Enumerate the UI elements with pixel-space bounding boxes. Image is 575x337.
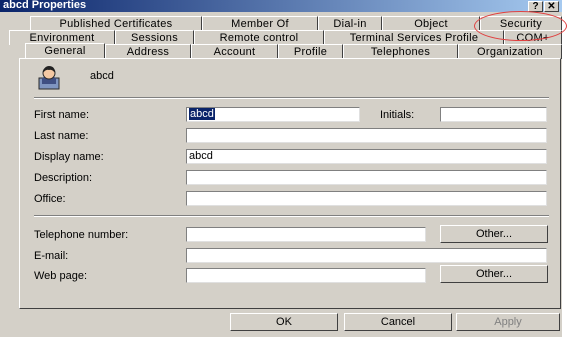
tab-remote-control[interactable]: Remote control [194, 30, 324, 45]
separator [34, 97, 549, 99]
webpage-label: Web page: [34, 270, 88, 282]
user-icon [38, 66, 60, 90]
description-label: Description: [34, 172, 93, 184]
webpage-other-button[interactable]: Other... [440, 265, 548, 283]
tab-object[interactable]: Object [382, 16, 480, 31]
close-button[interactable]: ✕ [544, 1, 559, 12]
webpage-field[interactable] [186, 268, 426, 283]
tab-address[interactable]: Address [105, 44, 191, 59]
tab-account[interactable]: Account [191, 44, 278, 59]
cancel-button[interactable]: Cancel [344, 313, 452, 331]
last-name-label: Last name: [34, 130, 89, 142]
description-field[interactable] [186, 170, 547, 185]
title-bar: abcd Properties ? ✕ [0, 0, 562, 12]
tab-dial-in[interactable]: Dial-in [318, 16, 382, 31]
tab-profile[interactable]: Profile [278, 44, 343, 59]
tab-telephones[interactable]: Telephones [343, 44, 458, 59]
apply-button[interactable]: Apply [456, 313, 560, 331]
office-field[interactable] [186, 191, 547, 206]
tab-com-plus[interactable]: COM+ [504, 30, 562, 45]
tab-sessions[interactable]: Sessions [115, 30, 194, 45]
first-name-field[interactable]: abcd [186, 107, 360, 122]
user-name: abcd [90, 70, 114, 82]
display-name-label: Display name: [34, 151, 104, 163]
telephone-other-button[interactable]: Other... [440, 225, 548, 243]
tab-organization[interactable]: Organization [458, 44, 562, 59]
tab-general[interactable]: General [25, 43, 105, 59]
ok-button[interactable]: OK [230, 313, 338, 331]
separator [34, 215, 549, 217]
help-button[interactable]: ? [528, 1, 543, 12]
tab-security[interactable]: Security [480, 16, 562, 31]
email-label: E-mail: [34, 250, 69, 262]
tab-terminal-services-profile[interactable]: Terminal Services Profile [324, 30, 504, 45]
properties-dialog: abcd Properties ? ✕ Published Certificat… [0, 0, 567, 337]
tab-published-certificates[interactable]: Published Certificates [30, 16, 202, 31]
initials-label: Initials: [380, 109, 415, 121]
display-name-field[interactable]: abcd [186, 149, 547, 164]
tab-member-of[interactable]: Member Of [202, 16, 318, 31]
office-label: Office: [34, 193, 66, 205]
last-name-field[interactable] [186, 128, 547, 143]
telephone-field[interactable] [186, 227, 426, 242]
window-title: abcd Properties [3, 0, 87, 11]
initials-field[interactable] [440, 107, 547, 122]
telephone-label: Telephone number: [34, 229, 129, 241]
first-name-label: First name: [34, 109, 90, 121]
email-field[interactable] [186, 248, 547, 263]
